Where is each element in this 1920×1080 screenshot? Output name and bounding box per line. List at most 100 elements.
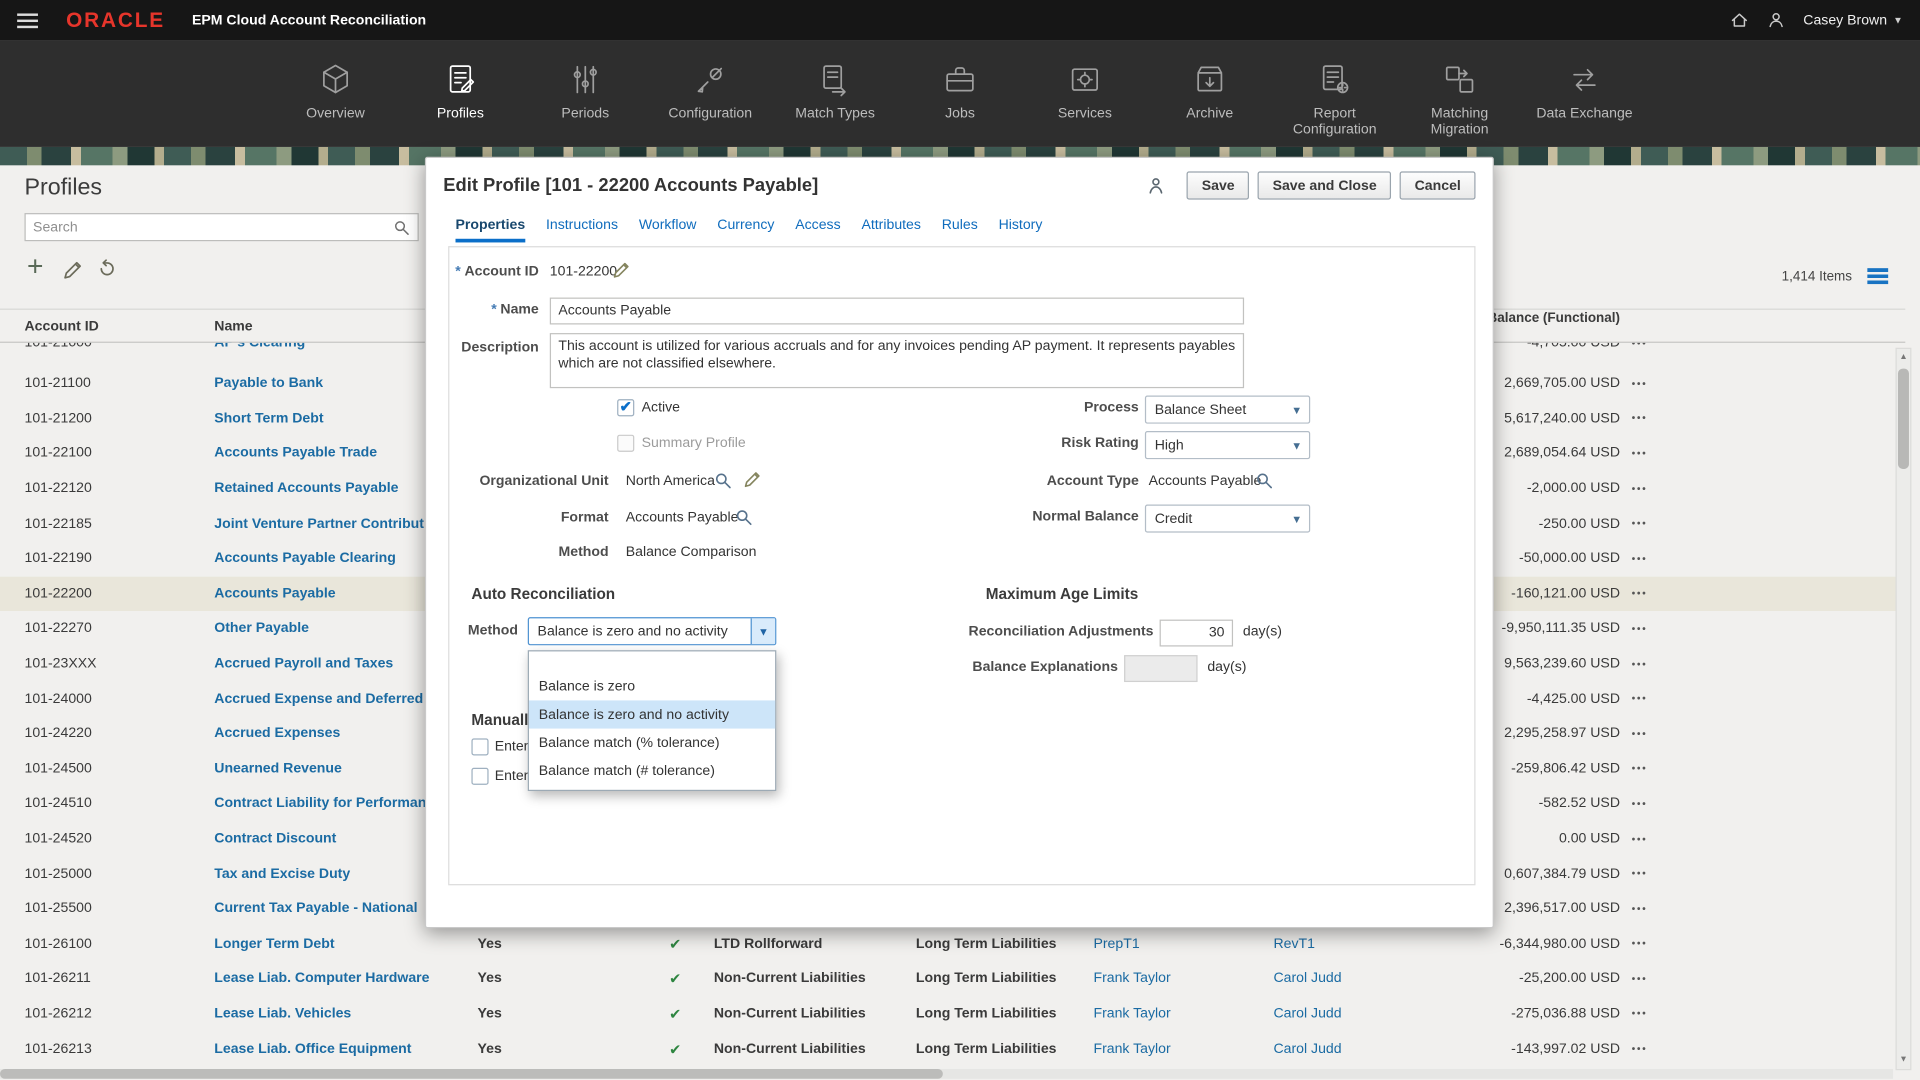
tab-rules[interactable]: Rules	[942, 218, 978, 242]
enter-source-system-balances-checkbox[interactable]	[471, 738, 488, 755]
nav-item-matching-migration[interactable]: Matching Migration	[1397, 61, 1522, 138]
dropdown-option[interactable]: Balance is zero	[529, 672, 775, 700]
list-view-icon[interactable]	[1864, 263, 1891, 290]
tab-access[interactable]: Access	[795, 218, 840, 242]
row-actions-button[interactable]: •••	[1620, 623, 1659, 634]
table-row[interactable]: 101-26213Lease Liab. Office EquipmentYes…	[0, 1031, 1905, 1066]
header-account-id[interactable]: Account ID	[24, 320, 98, 335]
row-actions-button[interactable]: •••	[1620, 728, 1659, 739]
row-actions-button[interactable]: •••	[1620, 1008, 1659, 1019]
row-actions-button[interactable]: •••	[1620, 518, 1659, 529]
tab-currency[interactable]: Currency	[717, 218, 774, 242]
profile-actions-icon[interactable]	[1147, 176, 1167, 196]
tab-workflow[interactable]: Workflow	[639, 218, 697, 242]
preparer-link[interactable]: Frank Taylor	[1093, 971, 1273, 986]
dropdown-option[interactable]: Balance is zero and no activity	[529, 700, 775, 728]
nav-item-jobs[interactable]: Jobs	[898, 61, 1023, 138]
edit-profile-button[interactable]	[62, 260, 83, 281]
nav-item-configuration[interactable]: Configuration	[648, 61, 773, 138]
description-input[interactable]: This account is utilized for various acc…	[550, 333, 1244, 388]
enter-subsystem-balances-checkbox[interactable]	[471, 768, 488, 785]
nav-item-services[interactable]: Services	[1022, 61, 1147, 138]
nav-item-data-exchange[interactable]: Data Exchange	[1522, 61, 1647, 138]
row-actions-button[interactable]: •••	[1620, 448, 1659, 459]
nav-item-archive[interactable]: Archive	[1147, 61, 1272, 138]
account-type-search-icon[interactable]	[1255, 471, 1273, 489]
vertical-scroll-thumb[interactable]	[1898, 369, 1909, 469]
process-select[interactable]: Balance Sheet ▼	[1145, 396, 1310, 424]
profile-name-link[interactable]: Lease Liab. Vehicles	[214, 1007, 477, 1022]
row-actions-button[interactable]: •••	[1620, 798, 1659, 809]
summary-profile-checkbox[interactable]	[617, 435, 634, 452]
reviewer-link[interactable]: Carol Judd	[1273, 971, 1448, 986]
row-actions-button[interactable]: •••	[1620, 378, 1659, 389]
row-actions-button[interactable]: •••	[1620, 903, 1659, 914]
dropdown-option-blank[interactable]	[529, 654, 775, 672]
balance-explanations-input[interactable]	[1124, 655, 1197, 682]
save-and-close-button[interactable]: Save and Close	[1258, 171, 1391, 199]
table-row[interactable]: 101-26212Lease Liab. VehiclesYes✔Non-Cur…	[0, 996, 1905, 1031]
profile-name-link[interactable]: Lease Liab. Computer Hardware	[214, 971, 477, 986]
table-row[interactable]: 101-26100Longer Term DebtYes✔LTD Rollfor…	[0, 926, 1905, 961]
row-actions-button[interactable]: •••	[1620, 938, 1659, 949]
row-actions-button[interactable]: •••	[1620, 483, 1659, 494]
user-menu[interactable]: Casey Brown ▼	[1803, 13, 1903, 28]
row-actions-button[interactable]: •••	[1620, 343, 1659, 349]
reviewer-link[interactable]: RevT1	[1273, 936, 1448, 951]
vertical-scrollbar[interactable]: ▲ ▼	[1896, 348, 1912, 1070]
preparer-link[interactable]: Frank Taylor	[1093, 1007, 1273, 1022]
table-row[interactable]: 101-26211Lease Liab. Computer HardwareYe…	[0, 961, 1905, 996]
reviewer-link[interactable]: Carol Judd	[1273, 1042, 1448, 1057]
preparer-link[interactable]: Frank Taylor	[1093, 1042, 1273, 1057]
scroll-down-arrow[interactable]: ▼	[1897, 1052, 1910, 1069]
home-icon[interactable]	[1730, 11, 1748, 29]
dropdown-option[interactable]: Balance match (% tolerance)	[529, 729, 775, 757]
nav-item-report-configuration[interactable]: Report Configuration	[1272, 61, 1397, 138]
search-icon[interactable]	[393, 219, 410, 236]
tab-history[interactable]: History	[999, 218, 1043, 242]
edit-account-id-pencil-icon[interactable]	[612, 261, 630, 279]
org-unit-pencil-icon[interactable]	[743, 470, 761, 488]
format-search-icon[interactable]	[735, 508, 753, 526]
active-checkbox[interactable]	[617, 399, 634, 416]
header-name[interactable]: Name	[214, 320, 252, 335]
profile-name-link[interactable]: Longer Term Debt	[214, 936, 477, 951]
search-input[interactable]	[33, 220, 393, 235]
profile-name-link[interactable]: Lease Liab. Office Equipment	[214, 1042, 477, 1057]
nav-item-match-types[interactable]: Match Types	[773, 61, 898, 138]
horizontal-scrollbar[interactable]	[0, 1069, 1893, 1079]
row-actions-button[interactable]: •••	[1620, 413, 1659, 424]
nav-item-periods[interactable]: Periods	[523, 61, 648, 138]
row-actions-button[interactable]: •••	[1620, 1043, 1659, 1054]
dropdown-option[interactable]: Balance match (# tolerance)	[529, 757, 775, 785]
row-actions-button[interactable]: •••	[1620, 833, 1659, 844]
hamburger-menu-icon[interactable]	[0, 13, 54, 28]
add-profile-button[interactable]: +	[27, 252, 43, 279]
user-icon[interactable]	[1767, 11, 1785, 29]
reconciliation-adjustments-input[interactable]	[1160, 620, 1233, 647]
refresh-button[interactable]	[97, 258, 118, 279]
row-actions-button[interactable]: •••	[1620, 553, 1659, 564]
row-actions-button[interactable]: •••	[1620, 868, 1659, 879]
cancel-button[interactable]: Cancel	[1400, 171, 1476, 199]
row-actions-button[interactable]: •••	[1620, 658, 1659, 669]
horizontal-scroll-thumb[interactable]	[0, 1069, 943, 1079]
tab-instructions[interactable]: Instructions	[546, 218, 618, 242]
org-unit-search-icon[interactable]	[714, 471, 732, 489]
tab-properties[interactable]: Properties	[456, 218, 526, 242]
nav-item-overview[interactable]: Overview	[273, 61, 398, 138]
row-actions-button[interactable]: •••	[1620, 973, 1659, 984]
row-actions-button[interactable]: •••	[1620, 588, 1659, 599]
preparer-link[interactable]: PrepT1	[1093, 936, 1273, 951]
reviewer-link[interactable]: Carol Judd	[1273, 1007, 1448, 1022]
tab-attributes[interactable]: Attributes	[861, 218, 920, 242]
row-actions-button[interactable]: •••	[1620, 763, 1659, 774]
nav-item-profiles[interactable]: Profiles	[398, 61, 523, 138]
name-input[interactable]	[550, 298, 1244, 325]
normal-balance-select[interactable]: Credit ▼	[1145, 504, 1310, 532]
scroll-up-arrow[interactable]: ▲	[1897, 349, 1910, 366]
save-button[interactable]: Save	[1187, 171, 1249, 199]
row-actions-button[interactable]: •••	[1620, 693, 1659, 704]
auto-method-select[interactable]: Balance is zero and no activity ▼	[528, 617, 777, 645]
risk-rating-select[interactable]: High ▼	[1145, 431, 1310, 459]
